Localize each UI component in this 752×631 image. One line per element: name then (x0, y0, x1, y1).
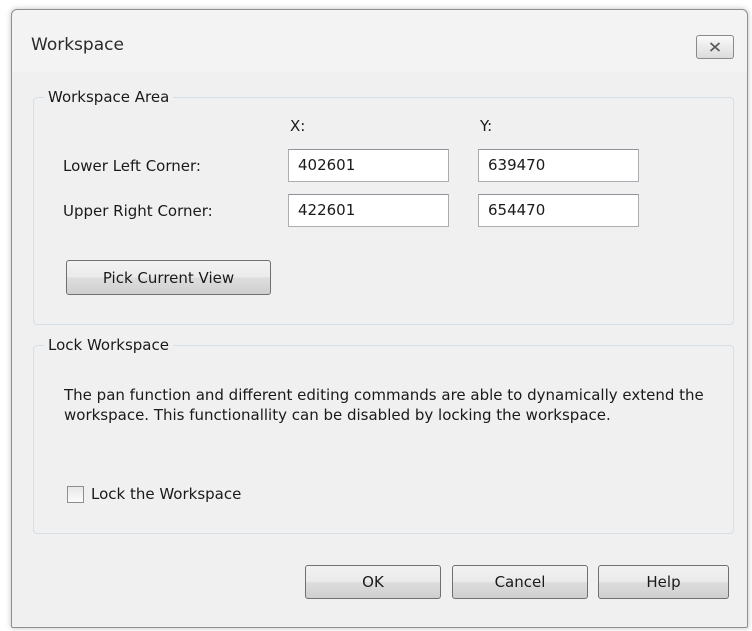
lock-workspace-checkbox-label[interactable]: Lock the Workspace (91, 485, 241, 503)
lower-left-x-field[interactable]: 402601 (288, 149, 449, 182)
lock-workspace-description: The pan function and different editing c… (64, 386, 704, 424)
title-bar[interactable]: Workspace (12, 10, 747, 72)
lock-workspace-legend: Lock Workspace (48, 336, 169, 354)
x-column-header: X: (290, 117, 306, 135)
help-button[interactable]: Help (598, 565, 729, 599)
y-column-header: Y: (480, 117, 493, 135)
workspace-area-legend: Workspace Area (48, 88, 170, 106)
dialog-title: Workspace (31, 35, 124, 55)
cancel-button[interactable]: Cancel (452, 565, 588, 599)
upper-right-corner-label: Upper Right Corner: (63, 202, 213, 220)
close-button[interactable] (696, 35, 734, 59)
lock-workspace-group: Lock Workspace (33, 336, 734, 534)
close-icon (709, 42, 721, 52)
lower-left-y-field[interactable]: 639470 (478, 149, 639, 182)
ok-button[interactable]: OK (305, 565, 441, 599)
pick-current-view-button[interactable]: Pick Current View (66, 260, 271, 295)
lock-workspace-checkbox[interactable] (67, 486, 84, 503)
upper-right-y-field[interactable]: 654470 (478, 194, 639, 227)
lower-left-corner-label: Lower Left Corner: (63, 157, 201, 175)
upper-right-x-field[interactable]: 422601 (288, 194, 449, 227)
